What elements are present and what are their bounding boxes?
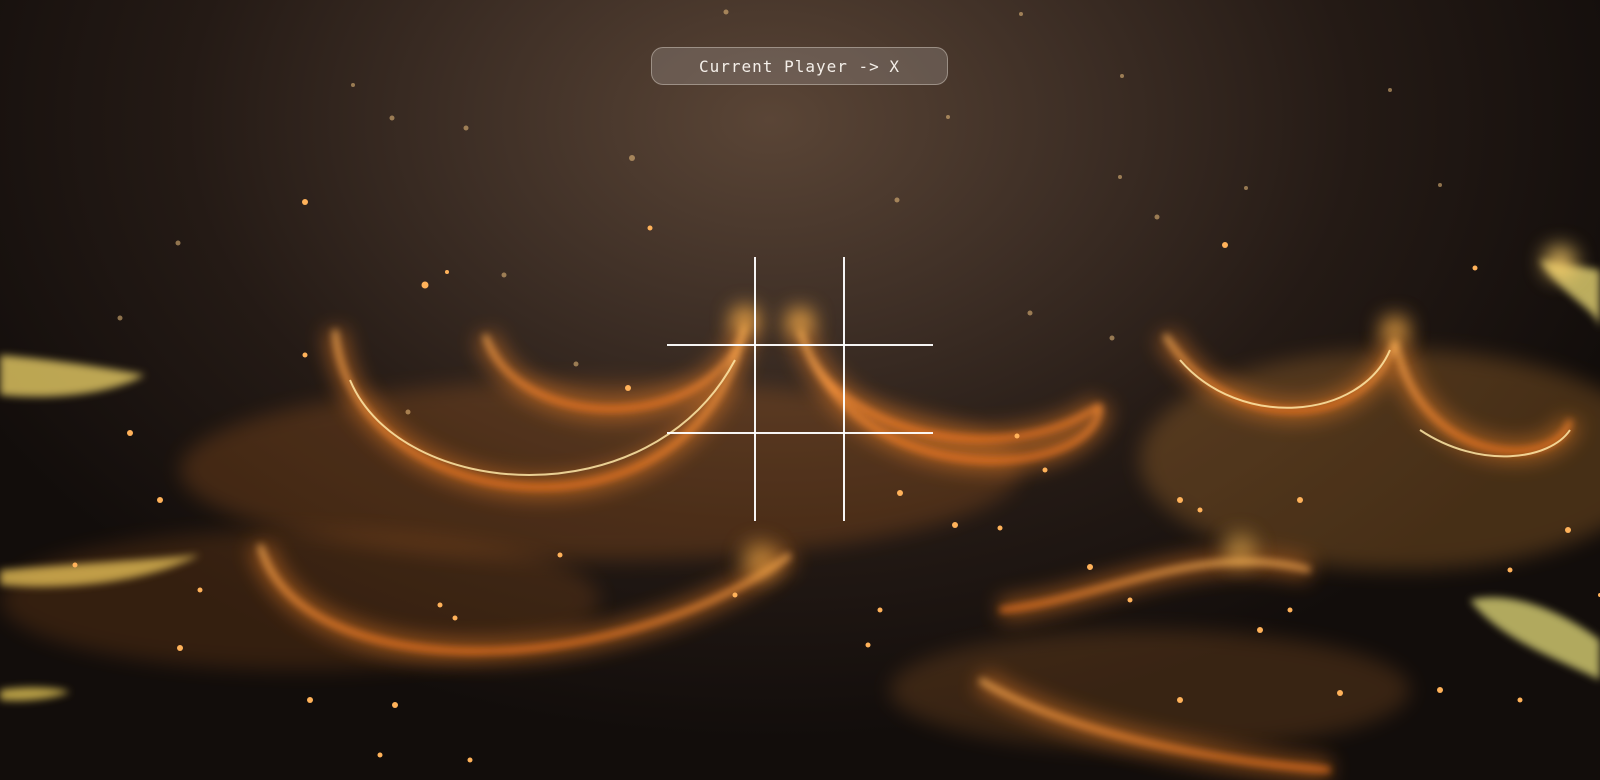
board-cell-4[interactable] <box>667 345 755 433</box>
board-cell-7[interactable] <box>667 433 755 521</box>
game-stage: Current Player -> X <box>0 0 1600 780</box>
board-cell-9[interactable] <box>845 433 933 521</box>
board-cell-5[interactable] <box>755 345 843 433</box>
current-player-indicator: Current Player -> X <box>651 47 948 85</box>
grid-line-horizontal-2 <box>667 432 933 434</box>
grid-line-horizontal-1 <box>667 344 933 346</box>
board-cell-6[interactable] <box>845 345 933 433</box>
board-cell-8[interactable] <box>755 433 843 521</box>
board-cell-3[interactable] <box>845 257 933 345</box>
tic-tac-toe-board <box>667 257 933 521</box>
grid-line-vertical-1 <box>754 257 756 521</box>
board-cell-1[interactable] <box>667 257 755 345</box>
current-player-label: Current Player -> <box>699 56 880 76</box>
grid-line-vertical-2 <box>843 257 845 521</box>
current-player-value: X <box>889 56 900 76</box>
board-cell-2[interactable] <box>755 257 843 345</box>
